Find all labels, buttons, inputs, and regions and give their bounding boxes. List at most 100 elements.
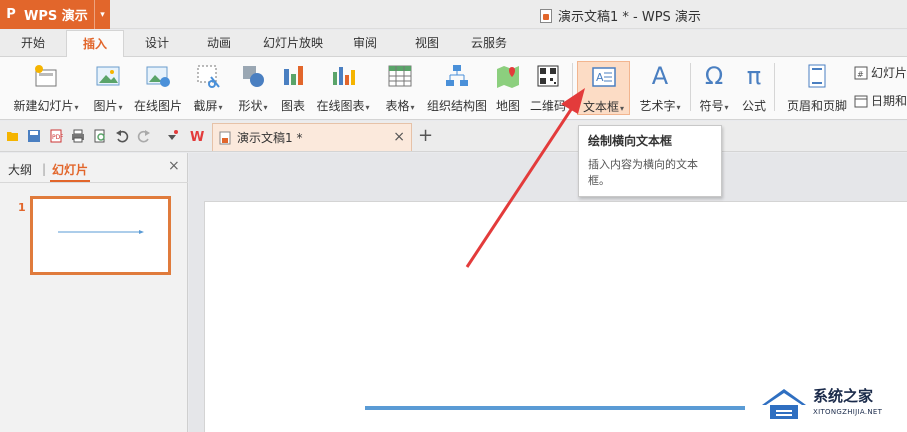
slide-number-label: 幻灯片 xyxy=(871,66,907,80)
title-bar: P WPS 演示 ▾ 演示文稿1 * - WPS 演示 xyxy=(0,0,907,29)
tab-review[interactable]: 审阅 xyxy=(342,30,388,57)
chart-button[interactable]: 图表 xyxy=(277,61,309,115)
new-slide-icon xyxy=(33,63,59,89)
chart-label: 图表 xyxy=(280,99,305,113)
textbox-label: 文本框 xyxy=(582,100,619,114)
site-watermark: 系统之家 XITONGZHIJIA.NET xyxy=(758,383,898,423)
map-button[interactable]: 地图 xyxy=(492,61,524,115)
ribbon-tabs: 开始 插入 设计 动画 幻灯片放映 审阅 视图 云服务 xyxy=(0,30,907,58)
map-label: 地图 xyxy=(495,99,520,113)
svg-text:A: A xyxy=(596,71,604,84)
symbol-button[interactable]: Ω 符号▾ xyxy=(694,61,734,115)
wps-w-logo-icon[interactable]: W xyxy=(190,129,204,143)
close-icon[interactable]: × xyxy=(168,158,180,174)
chevron-down-icon[interactable]: ▾ xyxy=(94,0,110,29)
wps-logo-icon: P xyxy=(6,7,16,22)
org-chart-label: 组织结构图 xyxy=(426,99,487,113)
map-icon xyxy=(495,63,521,89)
slide-number-icon: # xyxy=(854,66,868,79)
calendar-icon xyxy=(854,95,868,107)
header-footer-button[interactable]: 页眉和页脚 xyxy=(784,61,850,115)
close-icon[interactable]: × xyxy=(393,129,405,145)
formula-label: 公式 xyxy=(741,99,766,113)
new-tab-button[interactable]: + xyxy=(418,125,433,146)
datetime-label: 日期和 xyxy=(871,94,907,108)
new-slide-label: 新建幻灯片 xyxy=(13,99,74,113)
screenshot-button[interactable]: 截屏▾ xyxy=(188,61,228,115)
bar-chart-icon xyxy=(280,63,306,89)
export-pdf-icon[interactable]: PDF xyxy=(49,129,63,143)
tab-insert[interactable]: 插入 xyxy=(66,30,124,58)
online-chart-icon xyxy=(330,63,356,89)
online-chart-button[interactable]: 在线图表▾ xyxy=(312,61,374,115)
picture-label: 图片 xyxy=(93,99,118,113)
panel-tabs: 大纲 | 幻灯片 × xyxy=(0,153,188,183)
screenshot-label: 截屏 xyxy=(193,99,218,113)
wps-app-menu-button[interactable]: P WPS 演示 ▾ xyxy=(0,0,110,29)
formula-button[interactable]: π 公式 xyxy=(738,61,770,115)
slide-number: 1 xyxy=(18,201,26,214)
print-preview-icon[interactable] xyxy=(93,129,107,143)
wordart-button[interactable]: A 艺术字▾ xyxy=(634,61,686,115)
watermark-subtitle: XITONGZHIJIA.NET xyxy=(813,408,883,416)
online-chart-label: 在线图表 xyxy=(316,99,365,113)
new-slide-button[interactable]: 新建幻灯片▾ xyxy=(6,61,86,115)
svg-text:#: # xyxy=(857,70,864,79)
symbol-label: 符号 xyxy=(699,99,724,113)
thumbnail-arrow-shape xyxy=(58,230,144,234)
omega-symbol-icon: Ω xyxy=(704,62,724,90)
shape-button[interactable]: 形状▾ xyxy=(232,61,274,115)
app-name: WPS 演示 xyxy=(24,9,88,24)
ribbon-divider xyxy=(774,63,775,111)
tab-slides[interactable]: 幻灯片 xyxy=(52,161,88,178)
online-picture-icon xyxy=(145,63,171,89)
watermark-title: 系统之家 xyxy=(813,387,874,405)
presentation-file-icon xyxy=(219,131,231,144)
wordart-label: 艺术字 xyxy=(639,99,676,113)
chevron-down-icon: ▾ xyxy=(365,103,370,112)
chevron-down-icon: ▾ xyxy=(620,104,625,113)
tooltip-body-line1: 插入内容为横向的文本 xyxy=(588,158,698,171)
qrcode-button[interactable]: 二维码 xyxy=(528,61,568,115)
textbox-tooltip: 绘制横向文本框 插入内容为横向的文本 框。 xyxy=(578,125,722,197)
document-tab-label: 演示文稿1 * xyxy=(237,131,303,145)
tab-cloud-service[interactable]: 云服务 xyxy=(464,30,514,57)
tab-outline[interactable]: 大纲 xyxy=(8,161,32,178)
chevron-down-icon: ▾ xyxy=(263,103,268,112)
undo-icon[interactable] xyxy=(115,129,129,143)
window-title: 演示文稿1 * - WPS 演示 xyxy=(540,6,701,25)
table-button[interactable]: 表格▾ xyxy=(378,61,422,115)
shape-label: 形状 xyxy=(238,99,263,113)
online-picture-button[interactable]: 在线图片 xyxy=(131,61,185,115)
svg-text:PDF: PDF xyxy=(52,134,63,141)
online-picture-label: 在线图片 xyxy=(133,99,182,113)
chevron-down-icon: ▾ xyxy=(724,103,729,112)
textbox-button[interactable]: A 文本框▾ xyxy=(577,61,630,115)
presentation-file-icon xyxy=(540,8,552,23)
tab-view[interactable]: 视图 xyxy=(404,30,450,57)
textbox-icon: A xyxy=(591,64,617,90)
qrcode-icon xyxy=(535,63,561,89)
chevron-down-icon: ▾ xyxy=(676,103,681,112)
ribbon-divider xyxy=(690,63,691,111)
save-icon[interactable] xyxy=(27,129,41,143)
slide-thumbnail[interactable] xyxy=(30,196,171,275)
tab-design[interactable]: 设计 xyxy=(134,30,180,57)
picture-button[interactable]: 图片▾ xyxy=(88,61,128,115)
datetime-button[interactable]: 日期和 xyxy=(854,92,907,109)
chevron-down-icon: ▾ xyxy=(118,103,123,112)
open-folder-icon[interactable] xyxy=(6,129,20,143)
table-label: 表格 xyxy=(385,99,410,113)
print-icon[interactable] xyxy=(71,129,85,143)
tab-slideshow[interactable]: 幻灯片放映 xyxy=(258,30,328,57)
tab-home[interactable]: 开始 xyxy=(10,30,56,57)
chevron-down-icon: ▾ xyxy=(74,103,79,112)
document-tab[interactable]: 演示文稿1 * × xyxy=(212,123,412,151)
qrcode-label: 二维码 xyxy=(529,99,566,113)
tab-animation[interactable]: 动画 xyxy=(196,30,242,57)
customize-toolbar-icon[interactable] xyxy=(165,129,179,143)
house-logo-icon xyxy=(762,389,806,419)
redo-icon[interactable] xyxy=(137,129,151,143)
slide-number-button[interactable]: # 幻灯片 xyxy=(854,64,907,81)
org-chart-button[interactable]: 组织结构图 xyxy=(425,61,489,115)
